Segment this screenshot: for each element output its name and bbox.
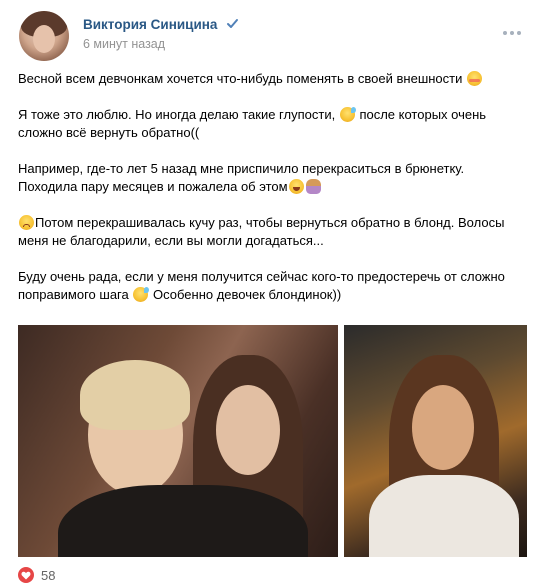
smiling-face-with-hearts-icon [467, 71, 483, 86]
grinning-sweat-icon [133, 287, 150, 302]
photo-1-face-right [216, 385, 280, 475]
more-dots-icon[interactable] [503, 28, 525, 40]
wall-post: Виктория Синицина 6 минут назад Весной в… [0, 0, 545, 587]
like-button[interactable]: 58 [18, 565, 55, 585]
verified-check-icon [226, 17, 239, 33]
post-photo-1[interactable] [18, 325, 338, 557]
grinning-sweat-icon [339, 107, 356, 122]
post-time[interactable]: 6 минут назад [83, 37, 165, 51]
facepalm-person-icon [305, 179, 321, 194]
author-avatar[interactable] [19, 11, 69, 61]
like-count: 58 [41, 567, 56, 583]
post-photo-2[interactable] [344, 325, 527, 557]
paragraph-1: Весной всем девчонкам хочется что-нибудь… [18, 70, 523, 88]
heart-icon [18, 567, 34, 583]
post-text: Весной всем девчонкам хочется что-нибудь… [18, 70, 523, 322]
paragraph-3: Например, где-то лет 5 назад мне приспич… [18, 161, 465, 194]
paragraph-2: Я тоже это люблю. Но иногда делаю такие … [18, 107, 487, 140]
photo-2-robe [369, 475, 519, 557]
author-name: Виктория Синицина [83, 17, 218, 32]
author-name-link[interactable]: Виктория Синицина [83, 17, 239, 33]
photo-1-hair-left [80, 360, 190, 430]
paragraph-5: Буду очень рада, если у меня получится с… [18, 269, 505, 302]
avatar-face [33, 25, 55, 53]
laughing-face-icon [288, 179, 304, 194]
photo-2-face [412, 385, 474, 470]
frowning-face-icon [19, 215, 34, 230]
photo-1-body [58, 485, 308, 557]
paragraph-4: Потом перекрашивалась кучу раз, чтобы ве… [18, 215, 505, 248]
